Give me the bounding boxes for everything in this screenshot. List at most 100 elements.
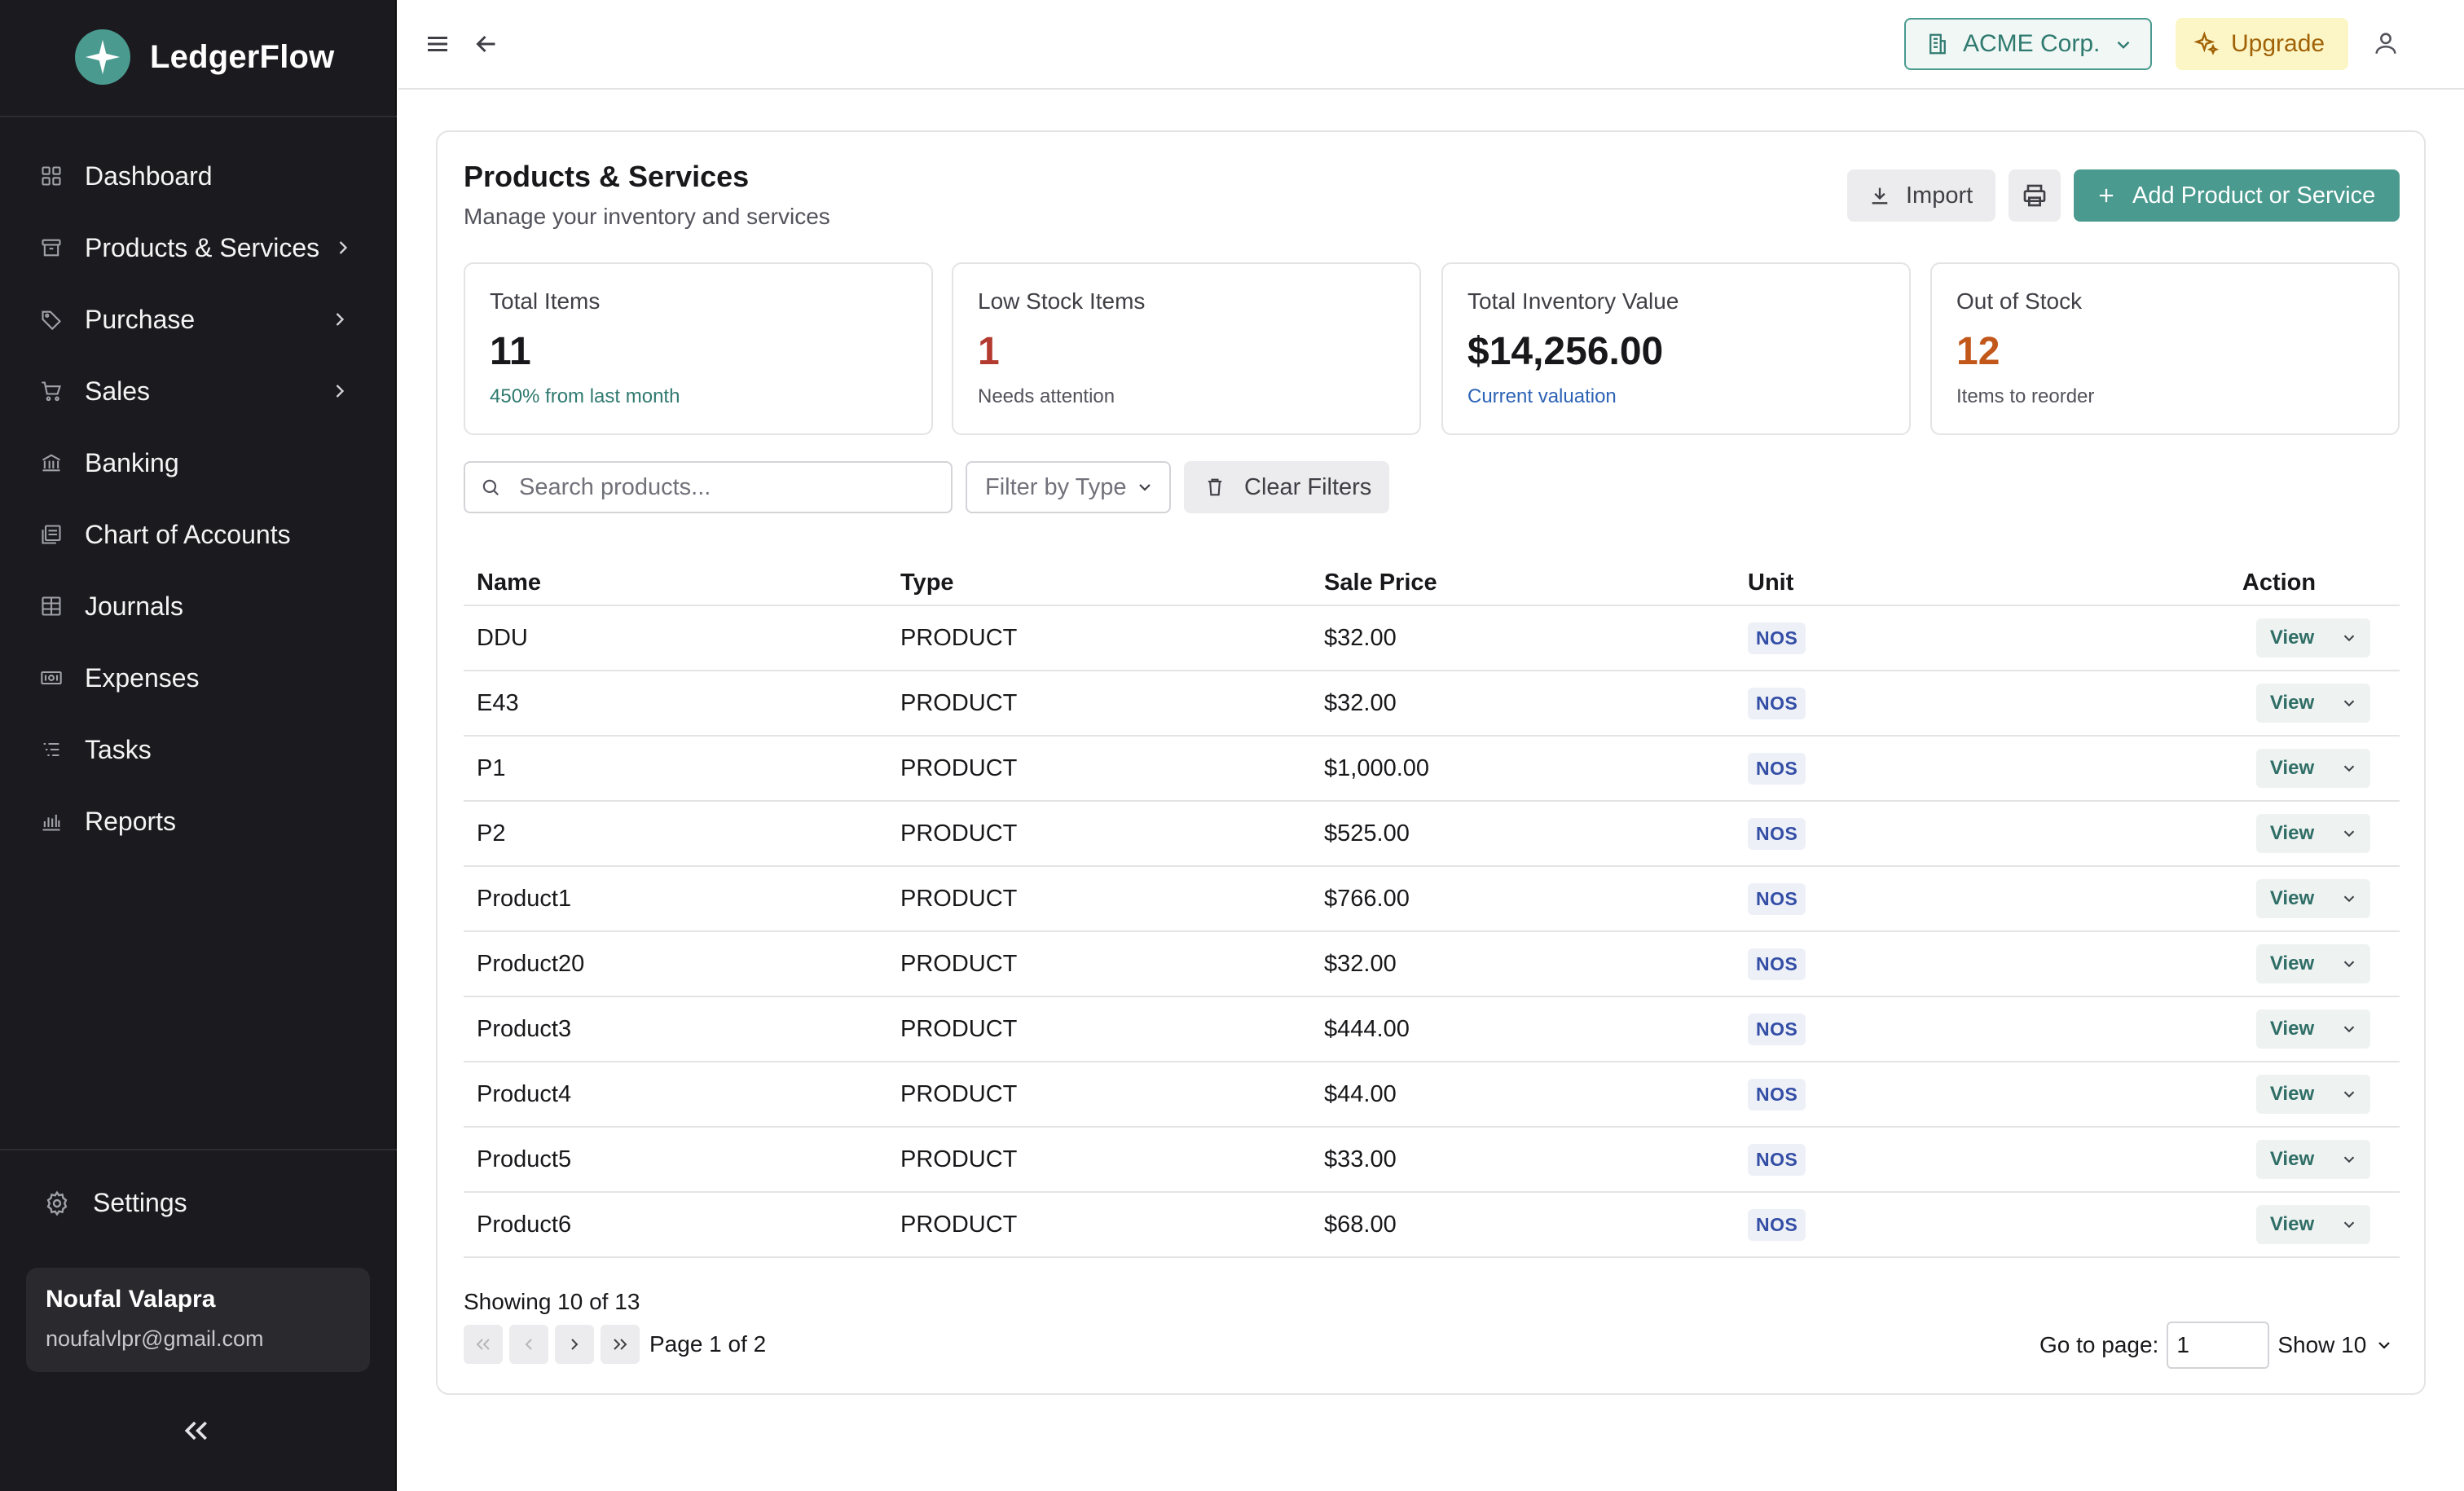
upgrade-button[interactable]: Upgrade — [2176, 18, 2348, 70]
table-row[interactable]: P2 PRODUCT $525.00 NOS View — [464, 802, 2400, 867]
add-product-button[interactable]: Add Product or Service — [2074, 169, 2400, 222]
table-row[interactable]: DDU PRODUCT $32.00 NOS View — [464, 606, 2400, 671]
stat-value: 1 — [978, 330, 1000, 373]
cell-action: View — [2158, 749, 2400, 788]
showing-count: Showing 10 of 13 — [464, 1289, 640, 1314]
view-button[interactable]: View — [2256, 814, 2370, 853]
view-label: View — [2269, 887, 2315, 909]
table-row[interactable]: P1 PRODUCT $1,000.00 NOS View — [464, 737, 2400, 802]
view-button[interactable]: View — [2256, 1009, 2370, 1049]
view-button[interactable]: View — [2256, 684, 2370, 723]
cell-price: $32.00 — [1324, 624, 1397, 651]
table-row[interactable]: Product20 PRODUCT $32.00 NOS View — [464, 932, 2400, 997]
cell-action: View — [2158, 1140, 2400, 1179]
sidebar-item-banking[interactable]: Banking — [0, 427, 397, 499]
back-arrow-icon[interactable] — [472, 29, 501, 59]
sidebar-item-dashboard[interactable]: Dashboard — [0, 140, 397, 212]
stat-value: 12 — [1956, 330, 2000, 373]
filter-by-type-dropdown[interactable]: Filter by Type — [966, 461, 1171, 513]
stat-value: $14,256.00 — [1467, 330, 1664, 373]
goto-page-input[interactable] — [2167, 1322, 2270, 1369]
print-button[interactable] — [2009, 169, 2061, 222]
stat-card-total-items: Total Items 11 450% from last month — [464, 262, 933, 435]
column-header-unit[interactable]: Unit — [1735, 570, 2158, 596]
unit-badge: NOS — [1748, 622, 1806, 654]
view-label: View — [2269, 1148, 2315, 1170]
cell-action: View — [2158, 879, 2400, 918]
prev-page-button[interactable] — [509, 1325, 548, 1364]
sidebar-item-journals[interactable]: Journals — [0, 570, 397, 642]
user-icon[interactable] — [2372, 29, 2401, 59]
sidebar-item-label: Chart of Accounts — [85, 519, 291, 549]
user-card[interactable]: Noufal Valapra noufalvlpr@gmail.com — [26, 1268, 370, 1372]
page-size-select[interactable]: Show 10 — [2277, 1332, 2394, 1358]
cell-type: PRODUCT — [900, 1146, 1018, 1172]
last-page-button[interactable] — [601, 1325, 640, 1364]
chevron-right-icon — [328, 380, 351, 402]
sidebar-item-chart-of-accounts[interactable]: Chart of Accounts — [0, 499, 397, 570]
grid-icon — [39, 164, 64, 188]
cell-name: DDU — [477, 624, 528, 651]
table-row[interactable]: Product1 PRODUCT $766.00 NOS View — [464, 867, 2400, 932]
sidebar-item-settings[interactable]: Settings — [44, 1188, 187, 1218]
chevron-down-icon[interactable] — [2328, 1009, 2370, 1049]
table-icon — [39, 594, 64, 618]
table-row[interactable]: Product4 PRODUCT $44.00 NOS View — [464, 1062, 2400, 1128]
sidebar-item-reports[interactable]: Reports — [0, 785, 397, 857]
cell-action: View — [2158, 618, 2400, 658]
view-button[interactable]: View — [2256, 749, 2370, 788]
clear-filters-button[interactable]: Clear Filters — [1184, 461, 1389, 513]
chevron-down-icon[interactable] — [2328, 1205, 2370, 1244]
view-button[interactable]: View — [2256, 1075, 2370, 1114]
unit-badge: NOS — [1748, 687, 1806, 719]
brand[interactable]: LedgerFlow — [75, 28, 334, 86]
unit-badge: NOS — [1748, 752, 1806, 785]
sidebar-item-tasks[interactable]: Tasks — [0, 714, 397, 785]
column-header-type[interactable]: Type — [887, 570, 1311, 596]
cell-price: $444.00 — [1324, 1015, 1410, 1042]
view-button[interactable]: View — [2256, 618, 2370, 658]
sidebar-item-products-services[interactable]: Products & Services — [0, 212, 397, 284]
next-page-button[interactable] — [555, 1325, 594, 1364]
table-row[interactable]: Product3 PRODUCT $444.00 NOS View — [464, 997, 2400, 1062]
cell-unit: NOS — [1735, 817, 2158, 850]
cell-name: E43 — [477, 689, 519, 716]
menu-icon[interactable] — [423, 29, 452, 59]
sidebar-item-sales[interactable]: Sales — [0, 355, 397, 427]
table-row[interactable]: Product5 PRODUCT $33.00 NOS View — [464, 1128, 2400, 1193]
chevron-down-icon[interactable] — [2328, 1075, 2370, 1114]
view-button[interactable]: View — [2256, 1205, 2370, 1244]
chevron-down-icon[interactable] — [2328, 944, 2370, 983]
sidebar-item-purchase[interactable]: Purchase — [0, 284, 397, 355]
chevron-down-icon[interactable] — [2328, 684, 2370, 723]
first-page-button[interactable] — [464, 1325, 503, 1364]
view-button[interactable]: View — [2256, 1140, 2370, 1179]
building-icon — [1925, 32, 1950, 56]
company-selector[interactable]: ACME Corp. — [1904, 18, 2152, 70]
column-header-name[interactable]: Name — [464, 570, 887, 596]
collapse-sidebar-icon[interactable] — [180, 1414, 213, 1447]
column-header-price[interactable]: Sale Price — [1311, 570, 1735, 596]
view-label: View — [2269, 1213, 2315, 1235]
sidebar-item-expenses[interactable]: Expenses — [0, 642, 397, 714]
unit-badge: NOS — [1748, 882, 1806, 915]
stat-value: 11 — [490, 330, 531, 373]
view-button[interactable]: View — [2256, 879, 2370, 918]
view-label: View — [2269, 1083, 2315, 1105]
stat-label: Total Items — [490, 288, 601, 314]
table-row[interactable]: E43 PRODUCT $32.00 NOS View — [464, 671, 2400, 737]
cell-price: $33.00 — [1324, 1146, 1397, 1172]
table-row[interactable]: Product6 PRODUCT $68.00 NOS View — [464, 1193, 2400, 1258]
chevron-down-icon[interactable] — [2328, 749, 2370, 788]
chevron-down-icon[interactable] — [2328, 1140, 2370, 1179]
chevron-down-icon[interactable] — [2328, 618, 2370, 658]
sparkle-icon — [2193, 31, 2220, 57]
view-button[interactable]: View — [2256, 944, 2370, 983]
import-button[interactable]: Import — [1847, 169, 1995, 222]
plus-icon — [2095, 184, 2118, 207]
chevron-down-icon[interactable] — [2328, 814, 2370, 853]
stat-card-low-stock: Low Stock Items 1 Needs attention — [952, 262, 1421, 435]
search-input[interactable] — [519, 473, 926, 501]
divider — [0, 116, 397, 117]
chevron-down-icon[interactable] — [2328, 879, 2370, 918]
